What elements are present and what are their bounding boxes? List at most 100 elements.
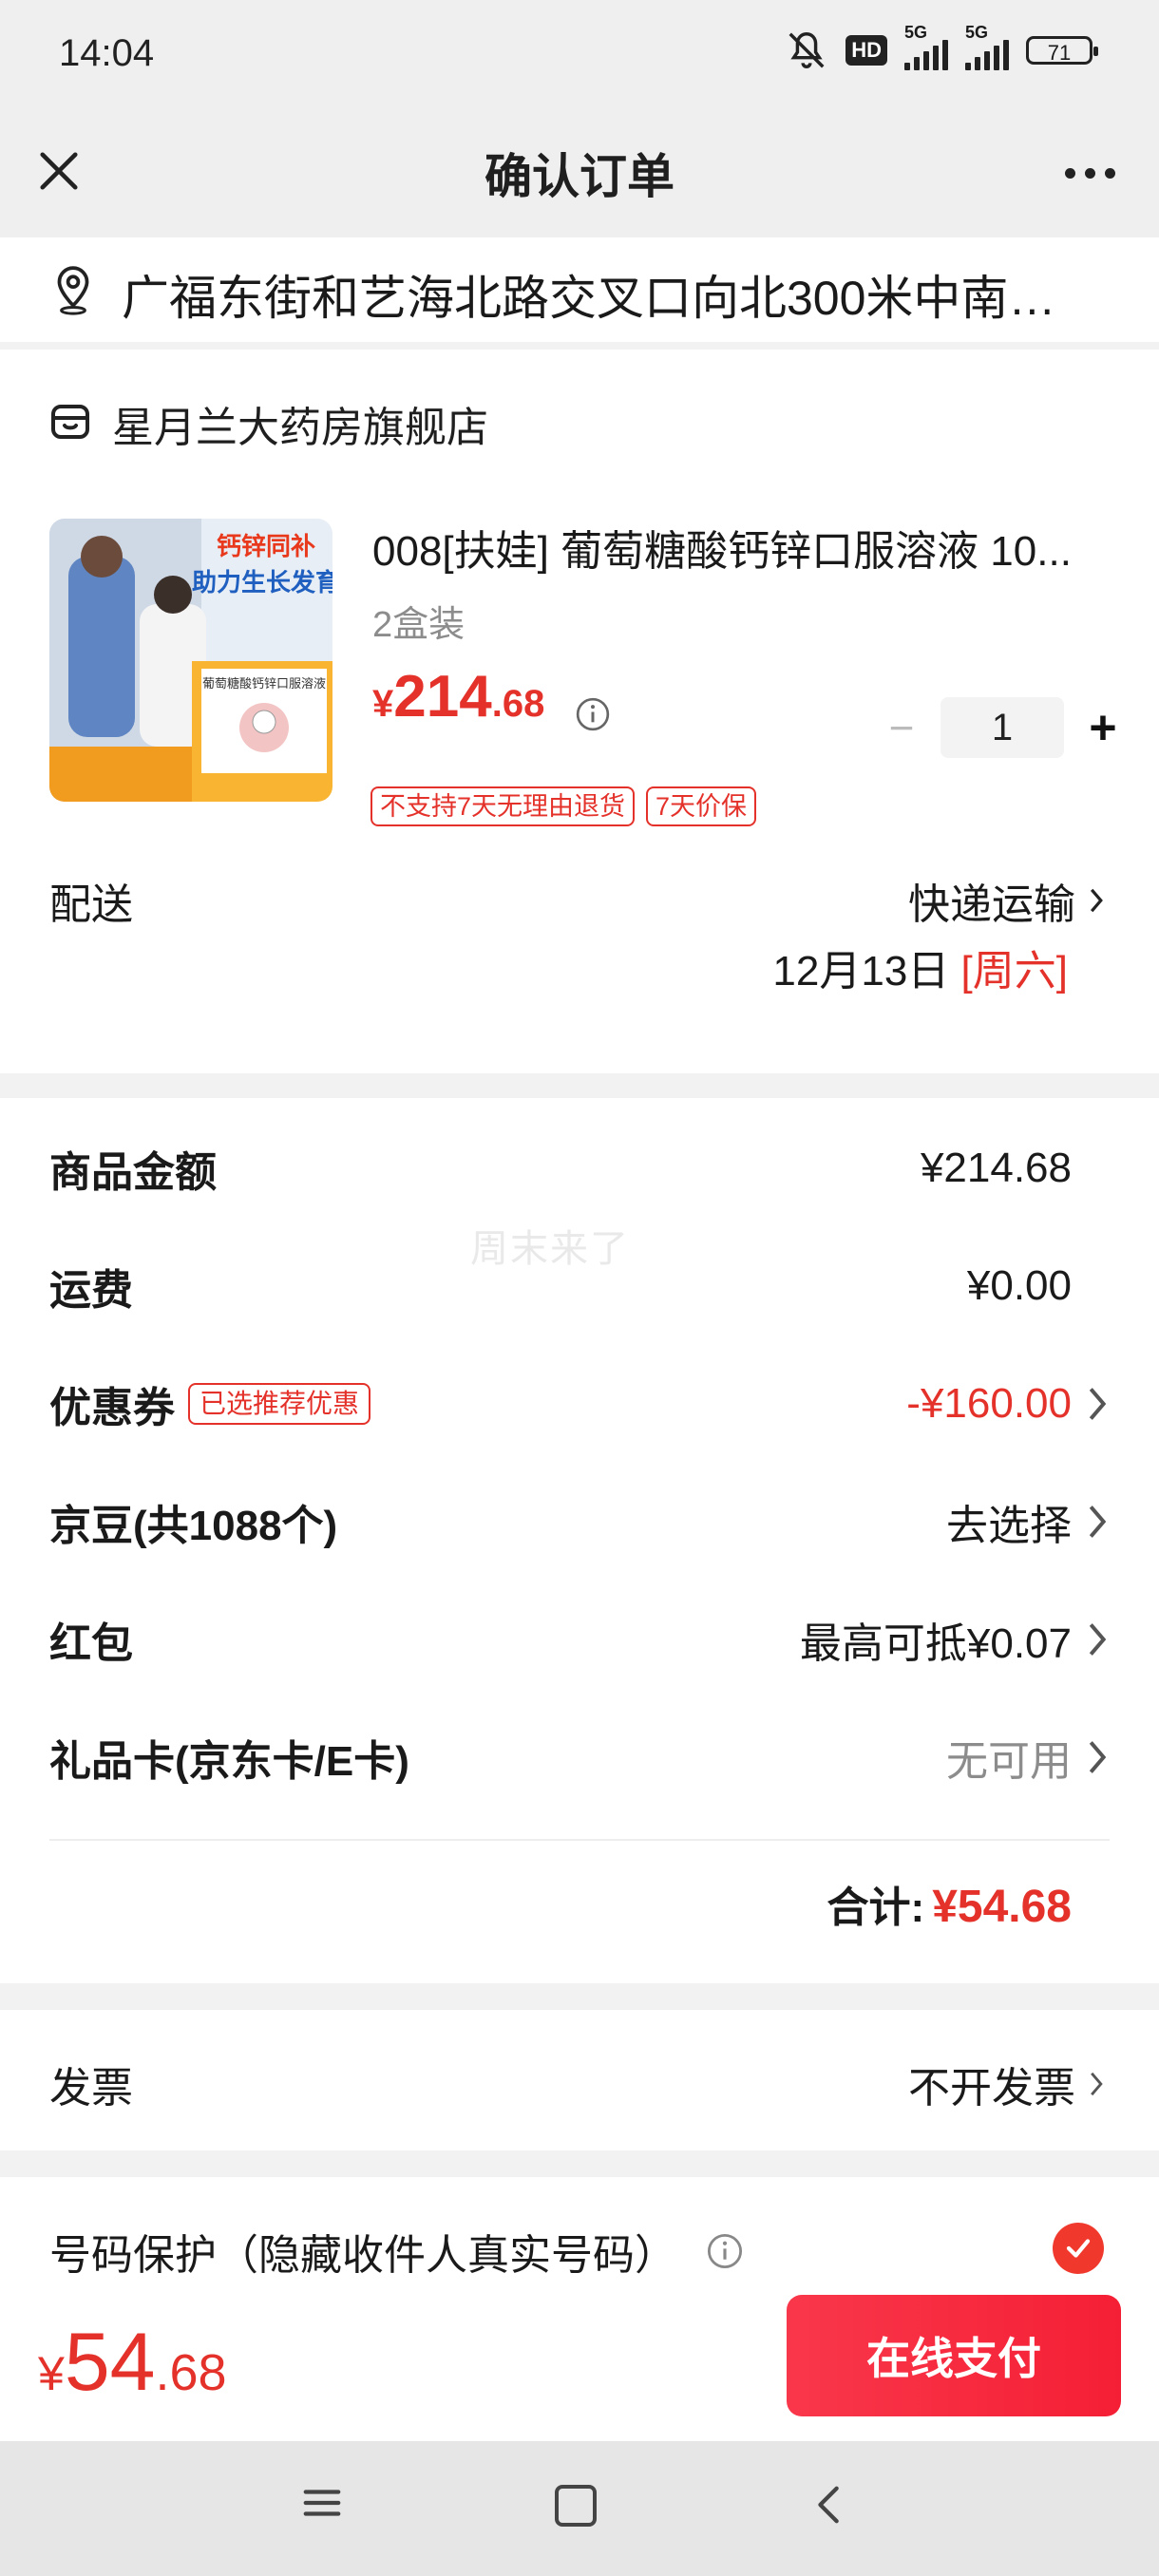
store-name[interactable]: 星月兰大药房旗舰店 [112, 393, 488, 454]
quantity-value[interactable]: 1 [940, 697, 1064, 758]
more-dot-icon [1084, 167, 1095, 179]
chevron-right-icon [1090, 888, 1103, 913]
coupon-label: 优惠券 [49, 1385, 175, 1431]
row-gift-card[interactable]: 礼品卡(京东卡/E卡) 无可用 [49, 1717, 1110, 1797]
chevron-right-icon [1091, 2072, 1103, 2096]
row-label: 红包 [49, 1620, 133, 1667]
more-dot-icon [1064, 167, 1075, 179]
row-shipping: 运费 ¥0.00 [49, 1246, 1110, 1326]
total-label: 合计: [826, 1885, 925, 1931]
recent-apps-icon[interactable] [300, 2479, 344, 2527]
pay-amount: ¥54.68 [38, 2316, 227, 2410]
product-price: ¥214.68 [372, 663, 544, 730]
store-icon [51, 405, 89, 439]
more-dot-icon [1104, 167, 1115, 179]
status-time: 14:04 [59, 32, 155, 74]
chevron-right-icon [1089, 1388, 1107, 1420]
invoice-value-text: 不开发票 [908, 2065, 1075, 2112]
address-bar[interactable]: 广福东街和艺海北路交叉口向北300米中南… [0, 237, 1159, 342]
image-caption-mid: 助力生长发育 [192, 568, 332, 597]
price-int: 214 [393, 664, 492, 729]
battery-level: 71 [1047, 41, 1072, 65]
nav-bar: 确认订单 [0, 114, 1159, 237]
delivery-date: 12月13日 [周六] [772, 937, 1068, 997]
signal-type: 5G [965, 23, 989, 42]
row-value: -¥160.00 [906, 1380, 1110, 1428]
coupon-badge: 已选推荐优惠 [188, 1383, 371, 1425]
pay-currency: ¥ [38, 2347, 65, 2400]
row-jingdou[interactable]: 京豆(共1088个) 去选择 [49, 1482, 1110, 1562]
chevron-right-icon [1089, 1506, 1107, 1538]
row-label: 京豆(共1088个) [49, 1503, 338, 1549]
total-value: ¥54.68 [932, 1882, 1072, 1932]
pay-amount-int: 54 [64, 2317, 156, 2408]
store-card: 星月兰大药房旗舰店 钙锌同补 助力生长发育 葡萄糖酸钙锌口服溶液 008[扶娃]… [0, 350, 1159, 1073]
row-value: ¥0.00 [966, 1262, 1072, 1309]
status-icons: HD 5G 5G 71 [785, 23, 1098, 72]
delivery-label: 配送 [49, 881, 133, 928]
more-button[interactable] [1054, 146, 1125, 199]
price-currency: ¥ [372, 683, 394, 725]
row-label: 礼品卡(京东卡/E卡) [49, 1738, 409, 1785]
product-spec: 2盒装 [372, 605, 466, 645]
phone-protect-label-wrap: 号码保护（隐藏收件人真实号码） [49, 2221, 745, 2282]
row-value: ¥214.68 [920, 1145, 1072, 1191]
pay-bar: ¥54.68 在线支付 [0, 2280, 1159, 2441]
row-value: 去选择 [946, 1491, 1110, 1552]
chevron-right-icon [1089, 1741, 1107, 1773]
product-image[interactable]: 钙锌同补 助力生长发育 葡萄糖酸钙锌口服溶液 [49, 519, 332, 802]
total-row: 合计: ¥54.68 [827, 1873, 1072, 1934]
product-tags: 不支持7天无理由退货 7天价保 [370, 786, 757, 826]
back-icon[interactable] [808, 2479, 851, 2530]
row-label: 优惠券 已选推荐优惠 [49, 1373, 371, 1434]
check-icon [1066, 2239, 1091, 2258]
mute-bell-icon [788, 32, 825, 68]
info-icon[interactable] [705, 2231, 745, 2271]
row-red-packet[interactable]: 红包 最高可抵¥0.07 [49, 1600, 1110, 1679]
row-goods-amount: 商品金额 ¥214.68 [49, 1128, 1110, 1208]
system-nav-bar [0, 2441, 1159, 2576]
page-title: 确认订单 [484, 150, 674, 203]
pay-online-button[interactable]: 在线支付 [787, 2295, 1121, 2416]
row-value: 无可用 [946, 1727, 1110, 1788]
invoice-row[interactable]: 发票 不开发票 [0, 2010, 1159, 2150]
row-coupon[interactable]: 优惠券 已选推荐优惠 -¥160.00 [49, 1364, 1110, 1444]
tag-price-protect: 7天价保 [646, 786, 757, 826]
divider [49, 1839, 1110, 1841]
price-detail-card: 周末来了 商品金额 ¥214.68 运费 ¥0.00 优惠券 已选推荐优惠 -¥… [0, 1098, 1159, 1983]
product-title[interactable]: 008[扶娃] 葡萄糖酸钙锌口服溶液 10... [372, 517, 1094, 578]
status-bar: 14:04 HD 5G 5G 71 [0, 0, 1159, 114]
signal-icon: 5G [965, 23, 1009, 70]
battery-icon: 71 [1026, 36, 1098, 65]
coupon-value: -¥160.00 [906, 1380, 1072, 1427]
signal-type: 5G [904, 23, 928, 42]
image-box-label: 葡萄糖酸钙锌口服溶液 [202, 676, 326, 691]
decrease-button[interactable]: − [874, 699, 929, 756]
location-pin-icon [57, 266, 89, 315]
chevron-right-icon [1089, 1623, 1107, 1656]
row-label: 商品金额 [49, 1149, 217, 1196]
row-label: 运费 [49, 1267, 133, 1314]
hd-voice-icon: HD [846, 35, 887, 66]
jingdou-value: 去选择 [946, 1503, 1072, 1549]
home-icon[interactable] [555, 2485, 597, 2527]
delivery-method[interactable]: 快递运输 [908, 870, 1104, 931]
product-image-art: 钙锌同补 助力生长发育 葡萄糖酸钙锌口服溶液 [49, 519, 332, 802]
price-dec: .68 [491, 683, 545, 725]
phone-protect-label: 号码保护（隐藏收件人真实号码） [49, 2232, 676, 2279]
address-text: 广福东街和艺海北路交叉口向北300米中南… [122, 272, 1056, 325]
gift-card-value: 无可用 [946, 1738, 1072, 1785]
red-packet-value: 最高可抵¥0.07 [799, 1620, 1072, 1667]
invoice-label: 发票 [49, 2065, 133, 2112]
row-value: 最高可抵¥0.07 [800, 1609, 1110, 1670]
tag-no-return: 不支持7天无理由退货 [370, 786, 636, 826]
image-caption-top: 钙锌同补 [217, 533, 315, 561]
pay-amount-dec: .68 [155, 2344, 227, 2401]
phone-protect-checkbox[interactable] [1053, 2223, 1104, 2274]
delivery-date-text: 12月13日 [772, 948, 950, 994]
signal-icon: 5G [904, 23, 948, 70]
delivery-method-text: 快递运输 [908, 881, 1075, 928]
quantity-stepper: − 1 + [874, 697, 1130, 758]
price-info-icon[interactable] [574, 695, 612, 733]
increase-button[interactable]: + [1075, 699, 1130, 756]
